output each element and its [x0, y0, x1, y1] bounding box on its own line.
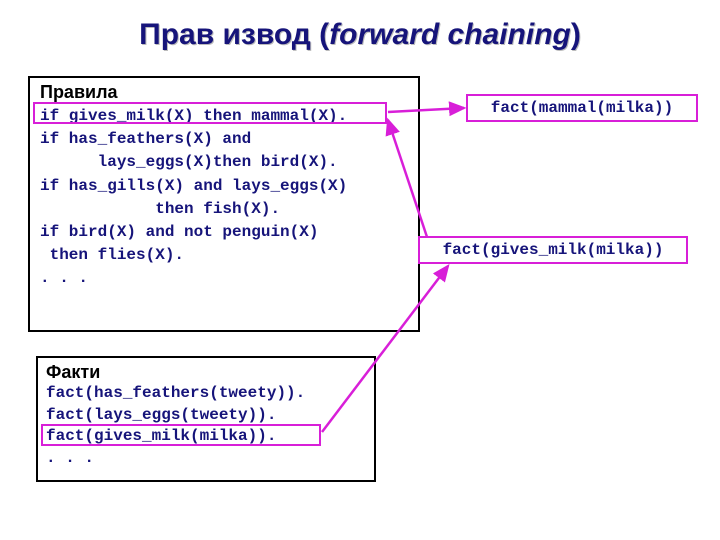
rule-line-4: if has_gills(X) and lays_eggs(X)	[40, 175, 408, 198]
rule-line-2: if has_feathers(X) and	[40, 128, 408, 151]
rule-line-6: if bird(X) and not penguin(X)	[40, 221, 408, 244]
fact-line-1: fact(has_feathers(tweety)).	[46, 383, 366, 405]
rule-line-1: if gives_milk(X) then mammal(X).	[40, 105, 408, 128]
slide-title: Прав извод (forward chaining)	[0, 0, 720, 62]
rules-header: Правила	[40, 82, 408, 103]
title-text-1: Прав извод (	[139, 18, 329, 51]
derived-fact-1-text: fact(mammal(milka))	[491, 99, 673, 117]
facts-box: Факти fact(has_feathers(tweety)). fact(l…	[36, 356, 376, 482]
derived-fact-mammal: fact(mammal(milka))	[466, 94, 698, 122]
fact-line-4: . . .	[46, 448, 366, 470]
rule-line-8: . . .	[40, 267, 408, 290]
facts-header: Факти	[46, 362, 366, 383]
fact-line-3: fact(gives_milk(milka)).	[46, 426, 366, 448]
rule-line-3: lays_eggs(X)then bird(X).	[40, 151, 408, 174]
fact-line-2: fact(lays_eggs(tweety)).	[46, 405, 366, 427]
rules-box: Правила if gives_milk(X) then mammal(X).…	[28, 76, 420, 332]
rule-line-7: then flies(X).	[40, 244, 408, 267]
title-italic: forward chaining	[329, 18, 571, 51]
rule-line-5: then fish(X).	[40, 198, 408, 221]
title-text-2: )	[571, 18, 581, 51]
derived-fact-2-text: fact(gives_milk(milka))	[443, 241, 664, 259]
derived-fact-gives-milk: fact(gives_milk(milka))	[418, 236, 688, 264]
